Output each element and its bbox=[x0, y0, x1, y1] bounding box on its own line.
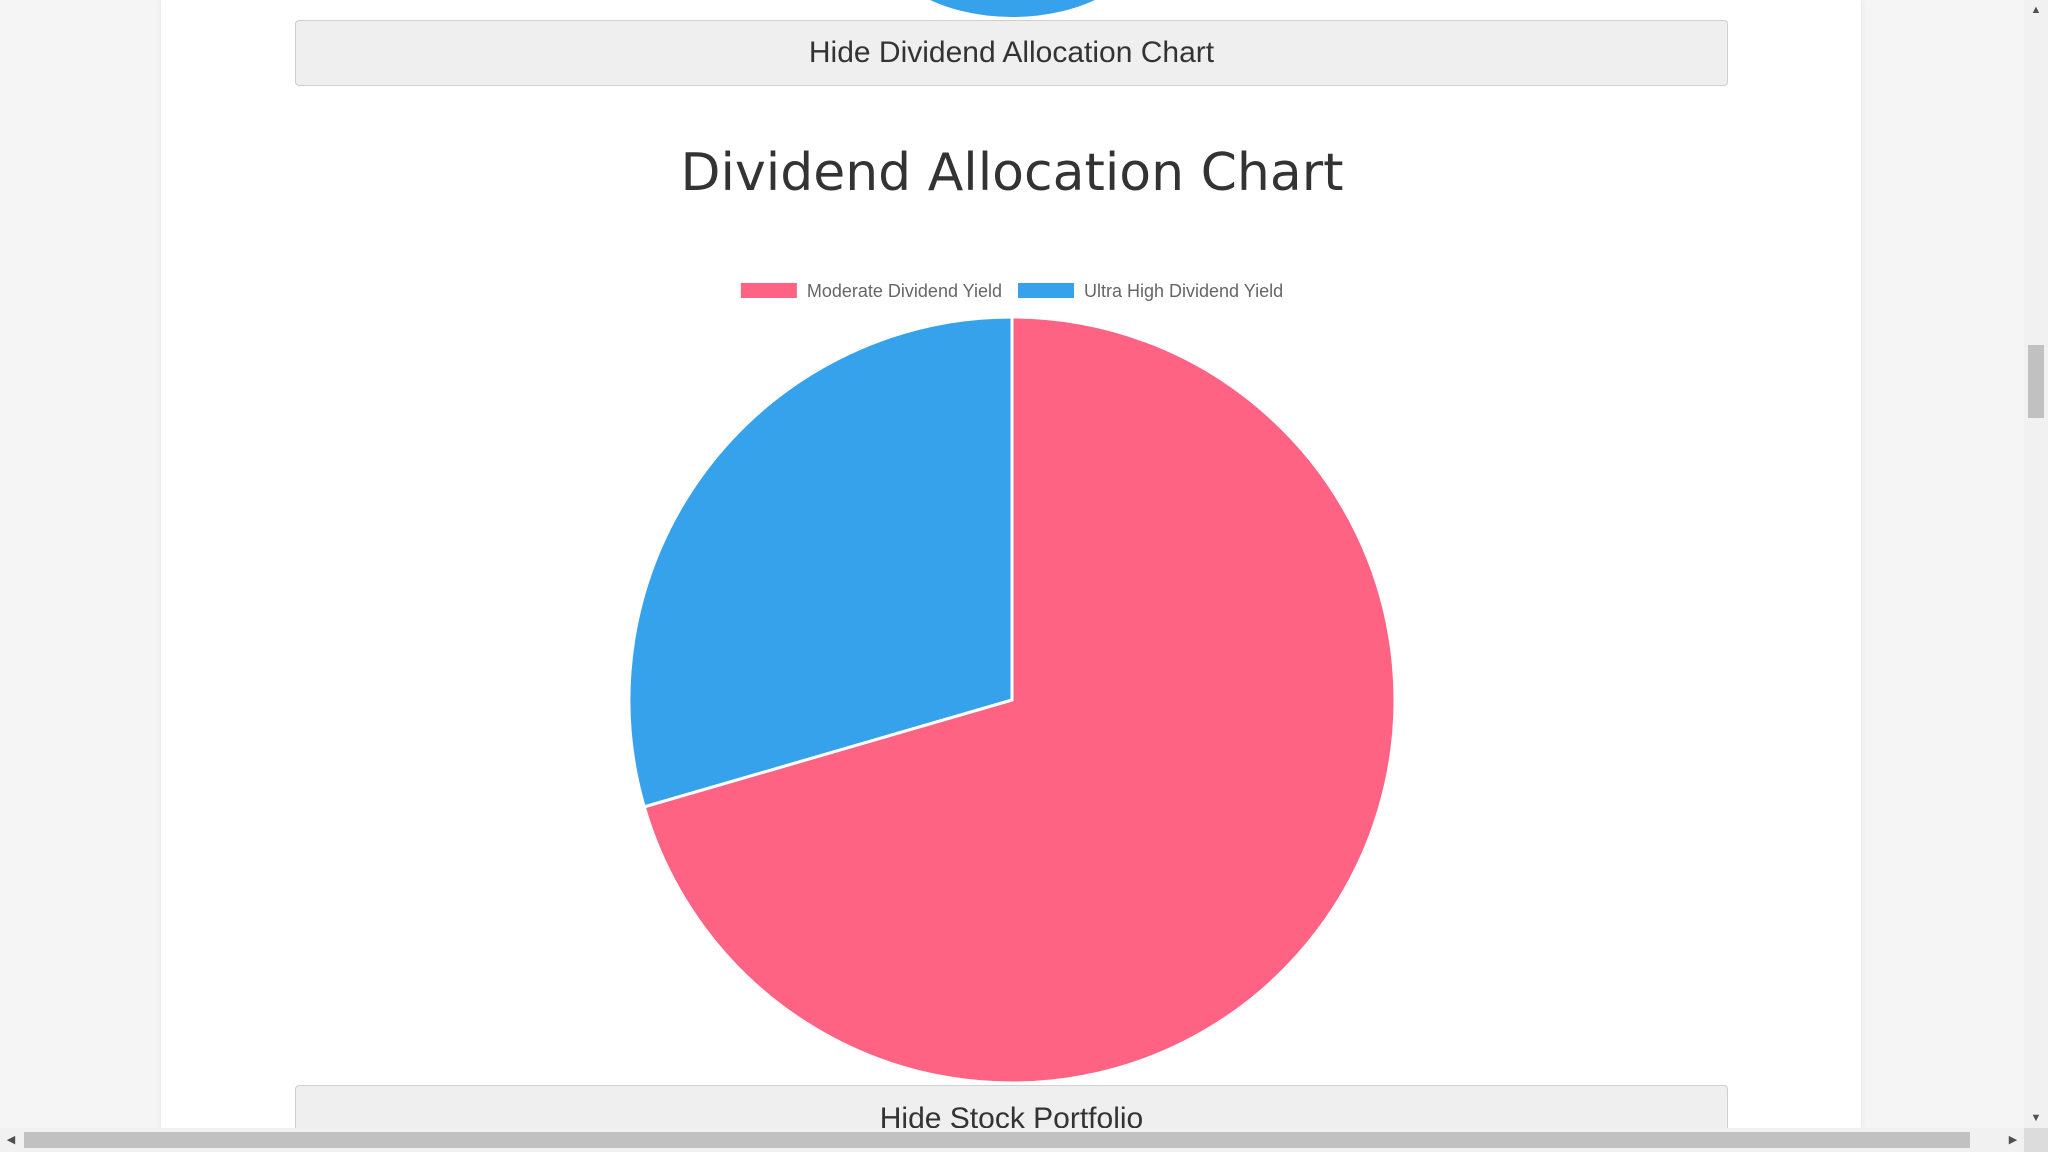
scroll-up-icon[interactable]: ▲ bbox=[2024, 0, 2048, 20]
hide-stock-portfolio-button[interactable]: Hide Stock Portfolio bbox=[295, 1085, 1728, 1128]
page-viewport: Hide Dividend Allocation Chart Dividend … bbox=[0, 0, 2024, 1128]
chart-legend: Moderate Dividend Yield Ultra High Divide… bbox=[740, 281, 1283, 301]
scroll-down-icon[interactable]: ▼ bbox=[2024, 1108, 2048, 1128]
legend-item-ultra-high-dividend-yield[interactable]: Ultra High Dividend Yield bbox=[1018, 281, 1283, 301]
scroll-right-icon[interactable]: ▶ bbox=[2002, 1128, 2024, 1152]
vertical-scroll-thumb[interactable] bbox=[2028, 345, 2044, 418]
scrollbar-corner bbox=[2024, 1128, 2048, 1152]
dividend-pie-chart: Moderate Dividend Yield Ultra High Divide… bbox=[627, 281, 1397, 1085]
legend-swatch bbox=[1018, 283, 1075, 298]
legend-item-moderate-dividend-yield[interactable]: Moderate Dividend Yield bbox=[740, 281, 1002, 301]
legend-swatch bbox=[740, 283, 797, 298]
legend-label: Ultra High Dividend Yield bbox=[1084, 281, 1283, 301]
scroll-left-icon[interactable]: ◀ bbox=[0, 1128, 22, 1152]
pie-slices bbox=[627, 315, 1397, 1085]
vertical-scrollbar[interactable]: ▲ ▼ bbox=[2024, 0, 2048, 1128]
legend-label: Moderate Dividend Yield bbox=[807, 281, 1002, 301]
horizontal-scrollbar[interactable]: ◀ ▶ bbox=[0, 1128, 2024, 1152]
horizontal-scroll-thumb[interactable] bbox=[24, 1132, 1970, 1148]
